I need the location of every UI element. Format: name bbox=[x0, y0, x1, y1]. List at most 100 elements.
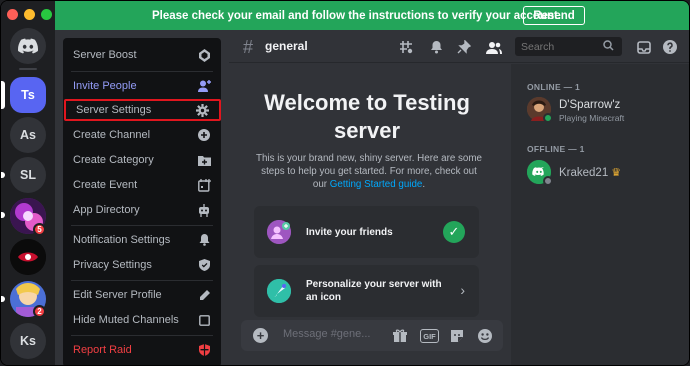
search-icon bbox=[603, 40, 614, 54]
inbox-icon[interactable] bbox=[635, 38, 653, 56]
menu-item-label: App Directory bbox=[73, 204, 140, 216]
menu-item-report-raid[interactable]: Report Raid bbox=[63, 339, 221, 361]
channel-name: general bbox=[265, 39, 308, 53]
minimize-window-button[interactable] bbox=[24, 9, 35, 20]
message-input[interactable]: Message #gene... bbox=[283, 328, 370, 340]
menu-item-edit-server-profile[interactable]: Edit Server Profile bbox=[63, 284, 221, 306]
menu-item-label: Report Raid bbox=[73, 344, 132, 356]
member-list-icon[interactable] bbox=[485, 38, 503, 56]
banner-message: Please check your email and follow the i… bbox=[152, 9, 561, 22]
help-icon[interactable] bbox=[661, 38, 679, 56]
server-sl[interactable]: SL bbox=[10, 157, 46, 193]
menu-divider bbox=[71, 71, 213, 72]
server-avatar[interactable] bbox=[10, 239, 46, 275]
welcome-title: Welcome to Testing server bbox=[264, 90, 470, 143]
menu-item-label: Invite People bbox=[73, 80, 137, 92]
menu-item-label: Notification Settings bbox=[73, 234, 171, 246]
boost-icon bbox=[197, 48, 211, 62]
unread-pill bbox=[1, 172, 5, 178]
menu-item-label: Create Category bbox=[73, 154, 154, 166]
getting-started-link[interactable]: Getting Started guide bbox=[330, 179, 423, 190]
member-item[interactable]: Kraked21 ♛ bbox=[527, 160, 687, 192]
resend-button[interactable]: Resend bbox=[523, 6, 585, 25]
plus-circle-icon bbox=[197, 128, 211, 142]
menu-item-create-channel[interactable]: Create Channel bbox=[63, 124, 221, 146]
bell-icon[interactable] bbox=[427, 38, 445, 56]
member-item[interactable]: D'Sparrow'z Playing Minecraft bbox=[527, 97, 687, 129]
menu-divider bbox=[71, 225, 213, 226]
menu-item-app-directory[interactable]: App Directory bbox=[63, 199, 221, 221]
menu-item-label: Server Settings bbox=[76, 104, 152, 116]
emoji-icon[interactable] bbox=[476, 327, 493, 344]
member-name-row: Kraked21 ♛ bbox=[559, 166, 621, 179]
rail-separator bbox=[19, 68, 37, 70]
menu-item-privacy-settings[interactable]: Privacy Settings bbox=[63, 254, 221, 276]
notification-badge: 5 bbox=[33, 223, 46, 236]
server-label: SL bbox=[20, 168, 36, 182]
maximize-window-button[interactable] bbox=[41, 9, 52, 20]
channel-header: # general bbox=[229, 30, 689, 63]
gift-icon[interactable] bbox=[391, 327, 408, 344]
crown-icon: ♛ bbox=[611, 167, 622, 179]
menu-item-server-settings[interactable]: Server Settings bbox=[64, 99, 221, 121]
invite-friends-card[interactable]: Invite your friends ✓ bbox=[254, 206, 479, 258]
pencil-icon bbox=[197, 288, 211, 302]
menu-item-notification-settings[interactable]: Notification Settings bbox=[63, 229, 221, 251]
server-label: Ts bbox=[21, 88, 35, 102]
discord-logo-icon bbox=[18, 38, 38, 54]
card-label: Invite your friends bbox=[306, 227, 393, 238]
offline-heading: OFFLINE — 1 bbox=[527, 144, 585, 154]
menu-divider bbox=[71, 335, 213, 336]
menu-item-invite-people[interactable]: Invite People bbox=[63, 75, 221, 97]
unread-pill bbox=[1, 212, 5, 218]
invite-friends-icon bbox=[267, 220, 291, 244]
paint-brush-icon bbox=[267, 279, 291, 303]
sticker-icon[interactable] bbox=[448, 327, 465, 344]
gif-button[interactable]: GIF bbox=[420, 329, 439, 343]
card-label: Personalize your server with an icon bbox=[306, 279, 442, 303]
attach-plus-icon[interactable]: + bbox=[253, 328, 268, 343]
menu-item-label: Hide Muted Channels bbox=[73, 314, 179, 326]
message-composer: + Message #gene... GIF bbox=[241, 320, 503, 351]
discord-window: Ts As SL 5 2 Ks Please check your email … bbox=[0, 0, 690, 366]
menu-item-create-category[interactable]: Create Category bbox=[63, 149, 221, 171]
server-ks[interactable]: Ks bbox=[10, 323, 46, 359]
server-avatar-icon bbox=[10, 239, 46, 275]
resend-label: Resend bbox=[533, 9, 575, 22]
pin-icon[interactable] bbox=[455, 38, 473, 56]
menu-divider bbox=[71, 280, 213, 281]
online-status-icon bbox=[543, 113, 553, 123]
server-as[interactable]: As bbox=[10, 117, 46, 153]
add-person-icon bbox=[197, 79, 211, 93]
server-label: As bbox=[20, 128, 36, 142]
badge-count: 5 bbox=[37, 225, 42, 234]
menu-item-label: Create Channel bbox=[73, 129, 151, 141]
server-ts[interactable]: Ts bbox=[10, 77, 46, 113]
server-label: Ks bbox=[20, 334, 36, 348]
offline-status-icon bbox=[543, 176, 553, 186]
hash-icon: # bbox=[243, 37, 254, 57]
selected-pill bbox=[1, 81, 5, 109]
member-list: ONLINE — 1 D'Sparrow'z Playing Minecraft… bbox=[511, 64, 689, 365]
welcome-text-end: . bbox=[422, 179, 426, 190]
close-window-button[interactable] bbox=[7, 9, 18, 20]
menu-item-server-boost[interactable]: Server Boost bbox=[63, 44, 221, 66]
server-dropdown-menu: Server Boost Invite People Server Settin… bbox=[63, 38, 221, 365]
home-discord-button[interactable] bbox=[10, 28, 46, 64]
member-name: D'Sparrow'z bbox=[559, 99, 621, 111]
shield-icon bbox=[197, 258, 211, 272]
threads-icon[interactable] bbox=[397, 38, 415, 56]
verify-email-banner: Please check your email and follow the i… bbox=[55, 1, 689, 30]
menu-item-hide-muted-channels[interactable]: Hide Muted Channels bbox=[63, 309, 221, 331]
bell-icon bbox=[197, 233, 211, 247]
calendar-plus-icon bbox=[197, 178, 211, 192]
badge-count: 2 bbox=[37, 307, 42, 316]
check-icon: ✓ bbox=[443, 221, 465, 243]
menu-item-create-event[interactable]: Create Event bbox=[63, 174, 221, 196]
menu-item-label: Create Event bbox=[73, 179, 138, 191]
unread-pill bbox=[1, 296, 5, 302]
shield-alert-icon bbox=[197, 343, 211, 357]
checkbox-icon bbox=[197, 313, 211, 327]
folder-plus-icon bbox=[197, 153, 211, 167]
personalize-server-card[interactable]: Personalize your server with an icon › bbox=[254, 265, 479, 317]
